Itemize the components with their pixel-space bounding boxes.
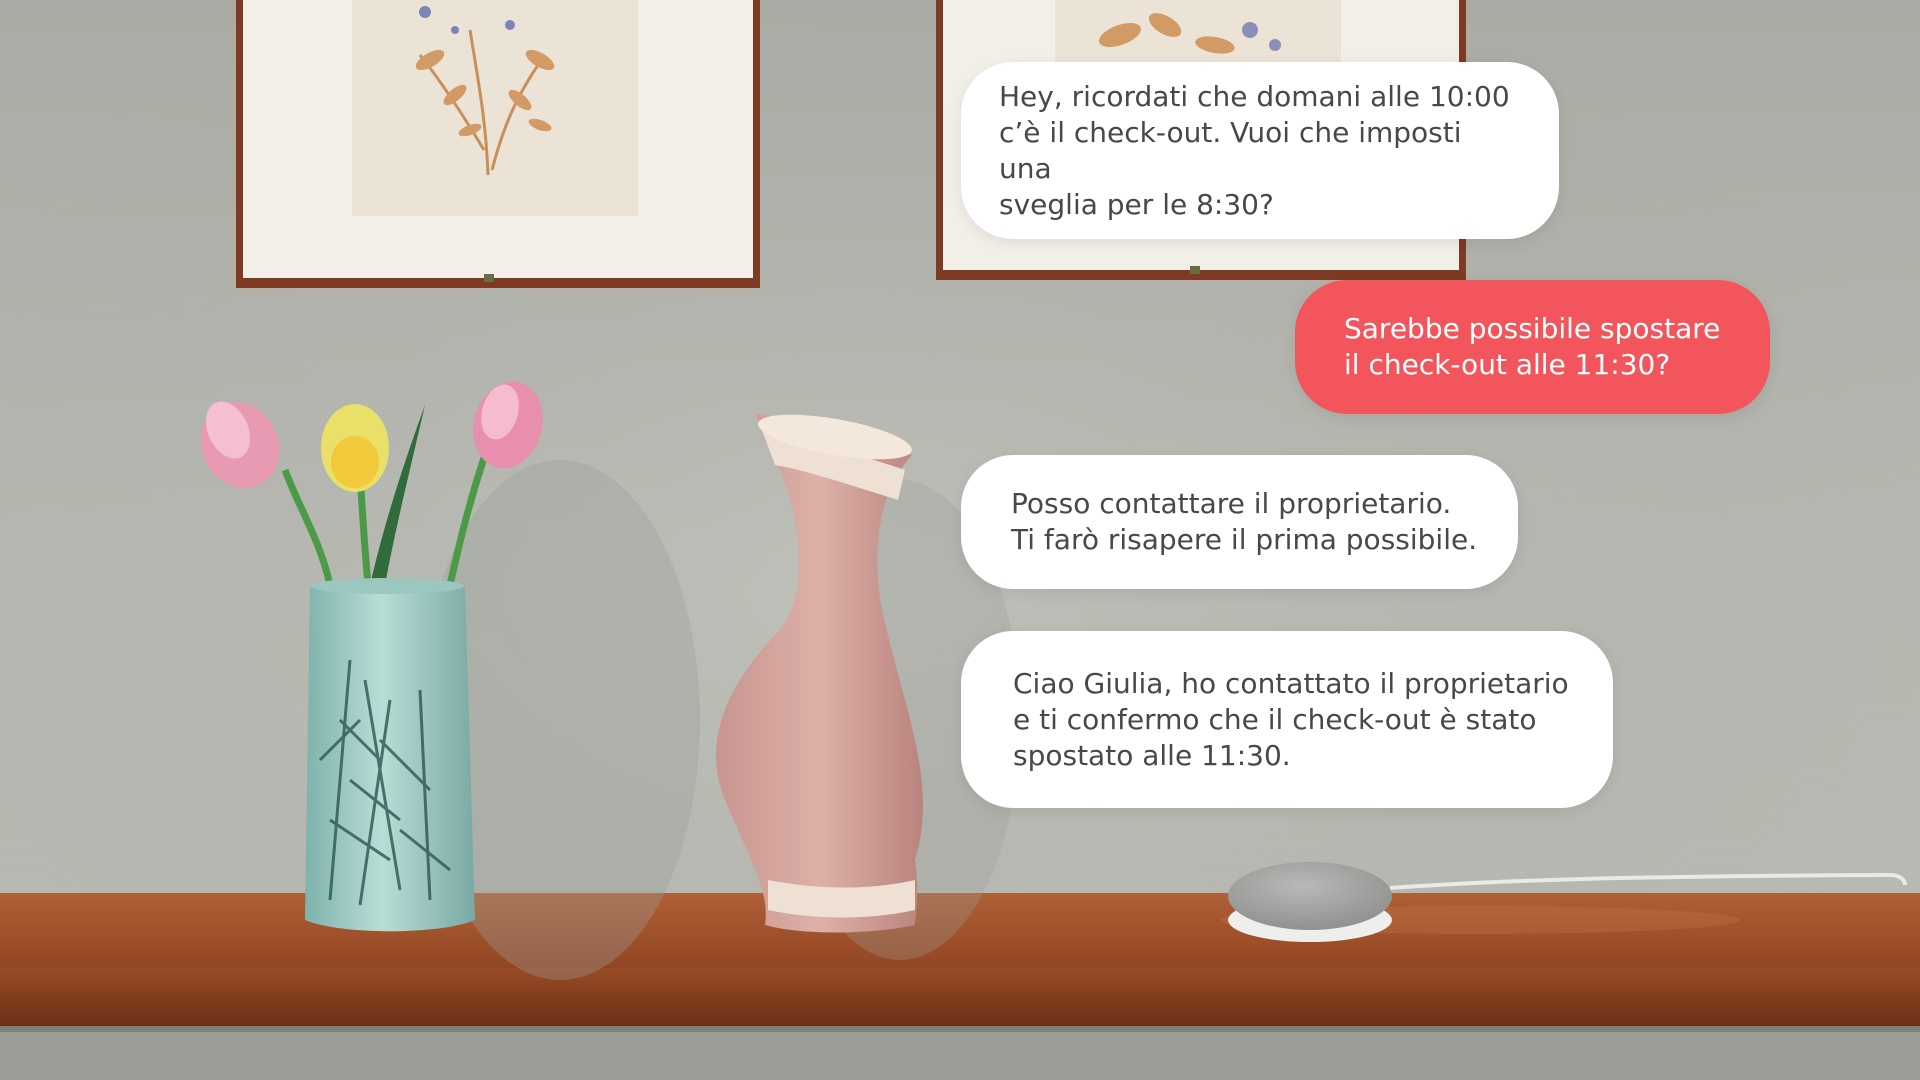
assistant-message-bubble: Hey, ricordati che domani alle 10:00 c’è… — [961, 62, 1559, 239]
teal-vase — [305, 578, 475, 932]
message-text: Ciao Giulia, ho contattato il proprietar… — [1013, 666, 1569, 772]
message-text: Hey, ricordati che domani alle 10:00 c’è… — [999, 79, 1510, 221]
assistant-message-bubble: Ciao Giulia, ho contattato il proprietar… — [961, 631, 1613, 808]
left-picture-frame — [236, 0, 760, 288]
background-photo — [0, 0, 1920, 1080]
guest-message-bubble: Sarebbe possibile spostare il check-out … — [1295, 280, 1770, 414]
assistant-message-bubble: Posso contattare il proprietario. Ti far… — [961, 455, 1518, 589]
message-text: Sarebbe possibile spostare il check-out … — [1344, 312, 1721, 381]
message-text: Posso contattare il proprietario. Ti far… — [1011, 487, 1478, 556]
